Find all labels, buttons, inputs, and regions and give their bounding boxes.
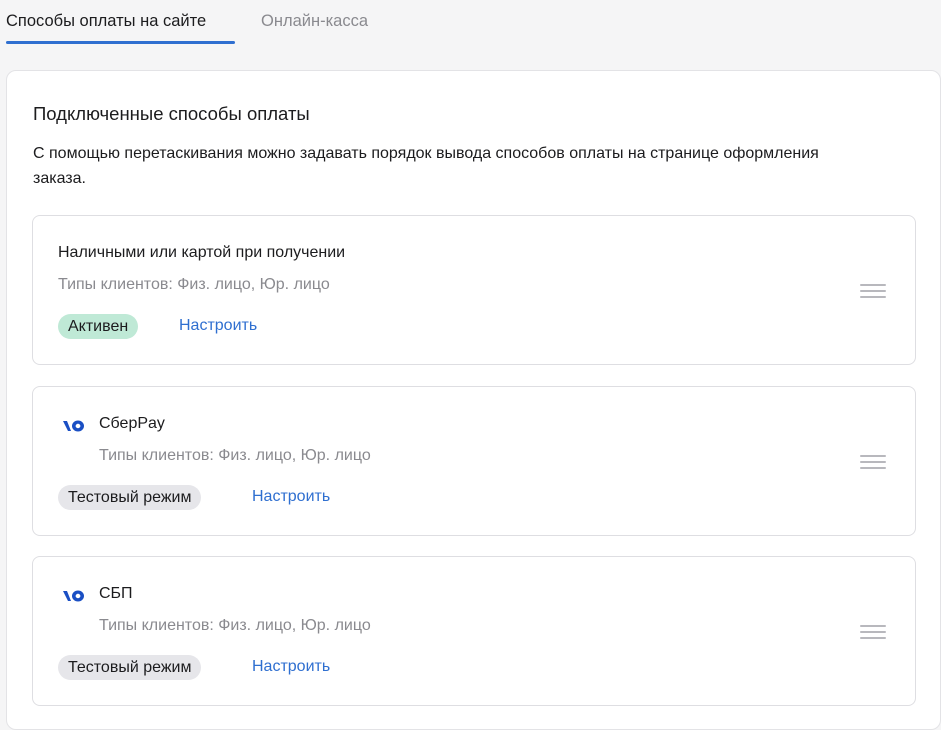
payment-method-card[interactable]: Наличными или картой при получении Типы … (32, 215, 916, 365)
payment-method-clients: Типы клиентов: Физ. лицо, Юр. лицо (99, 447, 371, 464)
payment-method-name: СБП (99, 585, 133, 602)
payment-method-card[interactable]: СБП Типы клиентов: Физ. лицо, Юр. лицо Т… (32, 556, 916, 706)
panel-description: С помощью перетаскивания можно задавать … (33, 145, 819, 187)
status-badge: Активен (58, 314, 139, 339)
connected-methods-panel: Подключенные способы оплаты С помощью пе… (6, 70, 941, 730)
payment-method-clients: Типы клиентов: Физ. лицо, Юр. лицо (99, 617, 371, 634)
yoomoney-logo-icon (63, 590, 84, 602)
status-badge: Тестовый режим (58, 655, 202, 680)
payment-method-clients: Типы клиентов: Физ. лицо, Юр. лицо (58, 276, 330, 293)
payment-method-card[interactable]: СберPay Типы клиентов: Физ. лицо, Юр. ли… (32, 386, 916, 536)
tab-site-payments[interactable]: Способы оплаты на сайте (6, 11, 206, 31)
payment-method-name: Наличными или картой при получении (58, 244, 346, 261)
configure-link[interactable]: Настроить (252, 656, 330, 678)
status-badge: Тестовый режим (58, 485, 202, 510)
panel-title: Подключенные способы оплаты (33, 103, 310, 124)
drag-handle-icon[interactable] (860, 455, 886, 469)
drag-handle-icon[interactable] (860, 625, 886, 639)
configure-link[interactable]: Настроить (252, 486, 330, 508)
payment-tabs: Способы оплаты на сайте Онлайн-касса (0, 0, 941, 46)
configure-link[interactable]: Настроить (179, 315, 257, 337)
payment-method-name: СберPay (99, 415, 165, 432)
tab-online-cashbox[interactable]: Онлайн-касса (261, 11, 368, 31)
active-tab-indicator (6, 41, 235, 44)
drag-handle-icon[interactable] (860, 284, 886, 298)
yoomoney-logo-icon (63, 420, 84, 432)
